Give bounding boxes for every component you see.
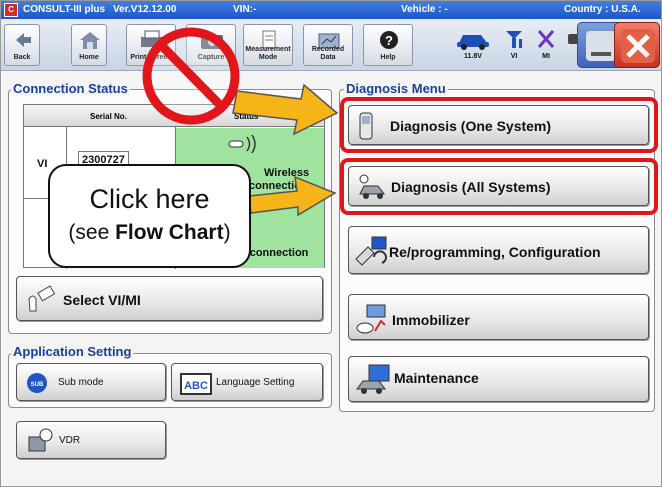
callout-line2: (see Flow Chart) [68,221,231,244]
consult-window: C CONSULT-III plus Ver.V12.12.00 VIN:- V… [0,0,662,487]
arrow-to-one-system-icon [232,83,339,136]
arrow-to-all-systems-icon [248,175,337,217]
click-here-callout: Click here (see Flow Chart) [48,164,251,268]
callout-line1: Click here [89,184,210,214]
prohibited-icon [142,27,240,125]
